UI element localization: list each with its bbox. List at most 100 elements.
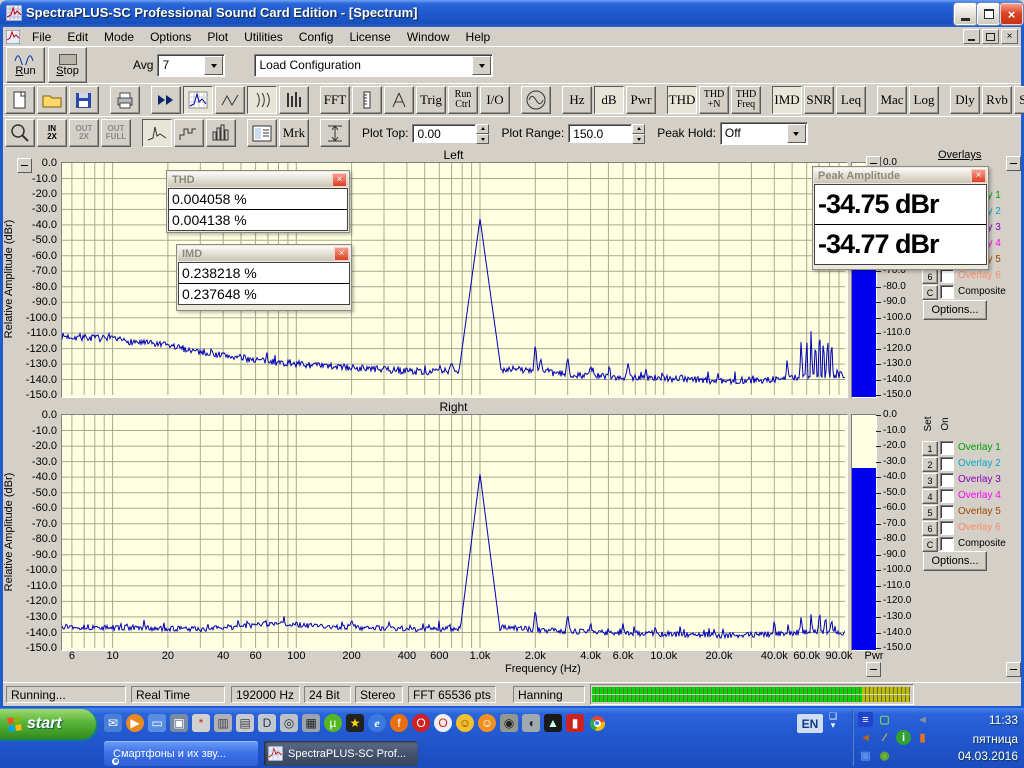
imd-meter-button[interactable]: IMD: [772, 86, 802, 114]
mdi-minimize-button[interactable]: [963, 29, 980, 44]
quicklaunch-drive-icon[interactable]: D: [258, 714, 276, 732]
zoom-button[interactable]: [5, 119, 35, 147]
title-bar[interactable]: SpectraPLUS-SC Professional Sound Card E…: [0, 0, 1024, 27]
overlay-on-checkbox-c[interactable]: [940, 537, 954, 551]
overlay-on-checkbox-1[interactable]: [940, 441, 954, 455]
quicklaunch-opera-icon[interactable]: O: [412, 714, 430, 732]
thd-n-meter-button[interactable]: THD+N: [699, 86, 729, 114]
taskbar-window-1[interactable]: Смартфоны и их зву...: [104, 741, 258, 766]
spectrum-plot-right[interactable]: [61, 414, 848, 651]
tray-globe-icon[interactable]: ●: [896, 712, 911, 727]
overlay-set-button-5[interactable]: 5: [922, 505, 938, 520]
quicklaunch-internet-explorer-icon[interactable]: e: [368, 714, 386, 732]
tray-menu-icon[interactable]: ≡: [858, 712, 873, 727]
overlay-set-button-1[interactable]: 1: [922, 441, 938, 456]
menu-item-window[interactable]: Window: [399, 28, 458, 46]
overlay-options-button[interactable]: Options...: [923, 551, 987, 571]
overlay-on-checkbox-6[interactable]: [940, 269, 954, 283]
tray-speaker-icon[interactable]: ◄: [858, 730, 873, 745]
trigger-button[interactable]: Trig: [416, 86, 446, 114]
overlay-set-button-c[interactable]: C: [922, 285, 938, 300]
overlay-on-checkbox-6[interactable]: [940, 521, 954, 535]
leq-meter-button[interactable]: Leq: [836, 86, 866, 114]
vertical-range-button[interactable]: [320, 119, 350, 147]
tray-wand-icon[interactable]: ⁄: [877, 730, 892, 745]
quicklaunch-winamp-icon[interactable]: *: [192, 714, 210, 732]
quicklaunch-camera-icon[interactable]: ◉: [500, 714, 518, 732]
chevron-down-icon[interactable]: [472, 56, 491, 75]
overlay-on-checkbox-4[interactable]: [940, 489, 954, 503]
menu-item-mode[interactable]: Mode: [96, 28, 142, 46]
scope-button[interactable]: Scp: [1014, 86, 1024, 114]
quicklaunch-opera-alt-icon[interactable]: O: [434, 714, 452, 732]
tray-shape-icon[interactable]: ▢: [877, 712, 892, 727]
tray-clock-time[interactable]: 11:33: [928, 713, 1018, 727]
quicklaunch-alien-icon[interactable]: ▲: [544, 714, 562, 732]
tray-nvidia-icon[interactable]: ◉: [877, 748, 892, 763]
run-button[interactable]: Run: [6, 47, 45, 83]
taskbar-window-2[interactable]: SpectraPLUS-SC Prof...: [264, 741, 418, 766]
close-icon[interactable]: ×: [332, 173, 347, 187]
start-button[interactable]: start: [0, 709, 96, 739]
overlay-on-checkbox-2[interactable]: [940, 457, 954, 471]
quicklaunch-red-book-icon[interactable]: ▮: [566, 714, 584, 732]
hz-units-button[interactable]: Hz: [562, 86, 592, 114]
macro-button[interactable]: Mac: [877, 86, 907, 114]
avg-combobox[interactable]: 7: [157, 54, 225, 77]
plot-range-spinner[interactable]: [632, 124, 645, 143]
thd-freq-meter-button[interactable]: THDFreq: [731, 86, 761, 114]
overlay-on-checkbox-3[interactable]: [940, 473, 954, 487]
tray-windows-icon[interactable]: ▣: [858, 748, 873, 763]
thd-window-titlebar[interactable]: THD ×: [168, 172, 348, 187]
scaling-button[interactable]: [352, 86, 382, 114]
waterfall-display-button[interactable]: [247, 86, 277, 114]
pane-collapse-button[interactable]: [866, 662, 881, 677]
mdi-restore-button[interactable]: [982, 29, 999, 44]
logging-button[interactable]: Log: [909, 86, 939, 114]
mdi-close-button[interactable]: ×: [1001, 29, 1018, 44]
peak-hold-combobox[interactable]: Off: [720, 122, 808, 145]
quicklaunch-printer-icon[interactable]: ▤: [236, 714, 254, 732]
time-series-display-button[interactable]: [215, 86, 245, 114]
menu-item-utilities[interactable]: Utilities: [236, 28, 291, 46]
overlay-set-button-6[interactable]: 6: [922, 521, 938, 536]
menu-item-license[interactable]: License: [341, 28, 398, 46]
minimize-button[interactable]: [954, 3, 977, 25]
tray-info-icon[interactable]: i: [896, 730, 911, 745]
spectrogram-display-button[interactable]: [279, 86, 309, 114]
display-options-button[interactable]: [247, 119, 277, 147]
quicklaunch-my-computer-icon[interactable]: ▣: [170, 714, 188, 732]
menu-item-config[interactable]: Config: [291, 28, 342, 46]
tray-book-icon[interactable]: ▮: [915, 730, 930, 745]
quicklaunch-firefox-icon[interactable]: f: [390, 714, 408, 732]
signal-generator-button[interactable]: [521, 86, 551, 114]
peak-amplitude-titlebar[interactable]: Peak Amplitude ×: [814, 168, 987, 183]
pane-collapse-button[interactable]: [17, 158, 32, 173]
run-control-button[interactable]: RunCtrl: [448, 86, 478, 114]
imd-window-titlebar[interactable]: IMD ×: [178, 246, 350, 261]
tray-volume-muted-icon[interactable]: ◄: [915, 712, 930, 727]
close-icon[interactable]: ×: [334, 247, 349, 261]
overlay-on-checkbox-c[interactable]: [940, 285, 954, 299]
quicklaunch-show-desktop-icon[interactable]: ▭: [148, 714, 166, 732]
overlay-set-button-4[interactable]: 4: [922, 489, 938, 504]
bar-plot-mode-button[interactable]: [206, 119, 236, 147]
quicklaunch-batman-icon[interactable]: ★: [346, 714, 364, 732]
quicklaunch-outlook-icon[interactable]: ✉: [104, 714, 122, 732]
markers-button[interactable]: Mrk: [279, 119, 309, 147]
fast-forward-button[interactable]: [151, 86, 181, 114]
overlay-options-button[interactable]: Options...: [923, 300, 987, 320]
thd-meter-button[interactable]: THD: [667, 86, 697, 114]
quicklaunch-chrome-icon[interactable]: [588, 714, 606, 732]
reverb-button[interactable]: Rvb: [982, 86, 1012, 114]
delay-button[interactable]: Dly: [950, 86, 980, 114]
new-file-button[interactable]: [5, 86, 35, 114]
plot-top-spinner[interactable]: [476, 124, 489, 143]
calibration-button[interactable]: [384, 86, 414, 114]
keyboard-layout-icon[interactable]: ❑▾: [829, 712, 837, 730]
overlay-set-button-3[interactable]: 3: [922, 473, 938, 488]
stop-button[interactable]: Stop: [48, 47, 87, 83]
open-file-button[interactable]: [37, 86, 67, 114]
print-button[interactable]: [110, 86, 140, 114]
close-button[interactable]: ×: [1000, 3, 1023, 25]
